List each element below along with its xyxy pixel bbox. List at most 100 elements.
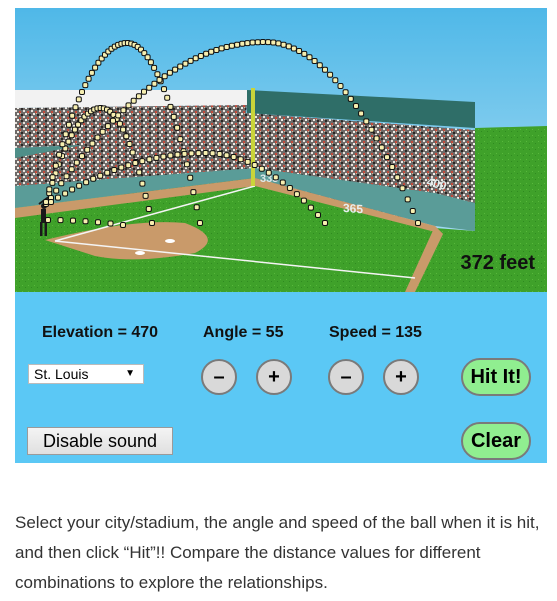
speed-increase-button[interactable]: + <box>383 359 419 395</box>
ball-dot-long-arc <box>115 112 122 119</box>
ball-dot-long-arc <box>384 154 390 161</box>
ball-dot-flat-arc <box>160 153 167 160</box>
ball-dot-long-arc <box>409 208 416 214</box>
ball-dot-long-arc <box>244 40 251 47</box>
ball-dot-tall-arc <box>161 86 167 93</box>
ball-dot-small-arc <box>123 133 130 140</box>
ball-dot-flat-arc <box>90 175 97 182</box>
ball-dot-long-arc <box>223 44 230 50</box>
ball-dot-line-drive <box>95 219 101 226</box>
ball-dot-long-arc <box>322 66 328 73</box>
ball-dot-flat-arc <box>167 152 174 159</box>
ball-dot-flat-arc <box>244 158 251 165</box>
control-panel: Elevation = 470 Angle = 55 Speed = 135 S… <box>15 292 547 463</box>
ball-dot-line-drive <box>70 217 76 224</box>
ball-dot-flat-arc <box>111 167 118 173</box>
ball-dot-flat-arc <box>48 199 54 205</box>
ball-dot-line-drive <box>45 217 51 223</box>
foul-pole <box>251 88 255 186</box>
ball-dot-tall-arc <box>75 96 82 103</box>
base-first <box>135 251 145 255</box>
ball-dot-tall-arc <box>49 174 56 181</box>
ball-dot-long-arc <box>53 187 60 194</box>
ball-dot-flat-arc <box>188 150 195 157</box>
ball-dot-small-arc <box>129 149 136 156</box>
ball-dot-flat-arc <box>202 150 209 156</box>
ball-dot-long-arc <box>104 123 111 130</box>
ball-dot-long-arc <box>141 88 147 95</box>
ball-dot-long-arc <box>280 41 287 48</box>
ball-dot-tall-arc <box>88 69 95 76</box>
ball-dot-flat-arc <box>118 164 125 171</box>
ball-dot-tall-arc <box>193 204 200 211</box>
ball-dot-tall-arc <box>190 189 197 196</box>
ball-dot-tall-arc <box>56 151 63 158</box>
ball-dot-long-arc <box>285 43 292 50</box>
ball-dot-flat-arc <box>315 212 321 218</box>
ball-dot-flat-arc <box>83 179 90 186</box>
base-second <box>165 239 175 243</box>
ball-dot-flat-arc <box>62 190 69 197</box>
ball-dot-flat-arc <box>104 169 111 176</box>
city-stadium-select[interactable]: St. Louis ▼ <box>28 364 144 384</box>
ball-dot-long-arc <box>135 93 142 100</box>
ball-dot-long-arc <box>270 39 277 46</box>
ball-dot-line-drive <box>57 217 64 224</box>
ball-dot-tall-arc <box>69 112 76 119</box>
ball-dot-long-arc <box>151 80 158 87</box>
ball-dot-small-arc <box>136 169 143 176</box>
ball-dot-long-arc <box>197 53 204 59</box>
ball-dot-long-arc <box>177 63 184 70</box>
ball-dot-flat-arc <box>209 150 216 157</box>
ball-dot-long-arc <box>353 103 359 109</box>
ball-dot-long-arc <box>161 73 168 80</box>
ball-dot-tall-arc <box>164 94 171 101</box>
ball-dot-long-arc <box>73 159 80 166</box>
ball-dot-tall-arc <box>187 174 194 181</box>
ball-dot-long-arc <box>166 69 173 76</box>
ball-dot-long-arc <box>146 84 153 91</box>
distance-readout: 372 feet <box>460 252 536 274</box>
wall-marker-365: 365 <box>343 201 363 216</box>
ball-dot-long-arc <box>187 57 194 64</box>
ball-dot-long-arc <box>342 89 349 96</box>
ball-dot-small-arc <box>71 126 78 133</box>
ball-dot-tall-arc <box>85 75 92 82</box>
ball-dot-flat-arc <box>97 172 104 179</box>
angle-increase-button[interactable]: + <box>256 359 292 395</box>
ball-dot-long-arc <box>110 117 116 124</box>
angle-decrease-button[interactable]: – <box>201 359 237 395</box>
dropdown-caret-icon: ▼ <box>125 368 135 379</box>
city-select-value: St. Louis <box>34 366 89 382</box>
speed-decrease-button[interactable]: – <box>328 359 364 395</box>
ball-dot-small-arc <box>120 126 127 133</box>
hit-it-button[interactable]: Hit It! <box>461 358 531 396</box>
ball-dot-long-arc <box>378 144 385 151</box>
ball-dot-flat-arc <box>293 191 300 198</box>
ball-dot-long-arc <box>275 40 282 47</box>
disable-sound-button[interactable]: Disable sound <box>27 427 173 455</box>
ball-dot-flat-arc <box>55 194 61 201</box>
ball-dot-small-arc <box>68 132 75 139</box>
ball-dot-long-arc <box>316 62 323 69</box>
ball-dot-long-arc <box>68 166 75 173</box>
ball-dot-flat-arc <box>237 156 244 163</box>
ball-dot-long-arc <box>265 39 272 46</box>
ball-dot-tall-arc <box>43 199 49 205</box>
ball-dot-long-arc <box>254 39 261 46</box>
ball-dot-line-drive <box>82 218 89 225</box>
ball-dot-flat-arc <box>181 150 188 157</box>
ball-dot-flat-arc <box>307 204 314 211</box>
ball-dot-flat-arc <box>279 179 286 186</box>
ball-dot-tall-arc <box>147 59 154 66</box>
ball-dot-long-arc <box>259 39 266 45</box>
ball-dot-long-arc <box>94 134 101 141</box>
ball-dot-small-arc <box>49 179 56 186</box>
ball-dot-line-drive <box>107 220 114 227</box>
ball-dot-flat-arc <box>223 152 230 159</box>
ball-dot-long-arc <box>389 164 396 170</box>
ball-dot-long-arc <box>63 173 70 180</box>
clear-button[interactable]: Clear <box>461 422 531 460</box>
ball-dot-small-arc <box>145 206 152 212</box>
ball-dot-tall-arc <box>72 104 79 111</box>
